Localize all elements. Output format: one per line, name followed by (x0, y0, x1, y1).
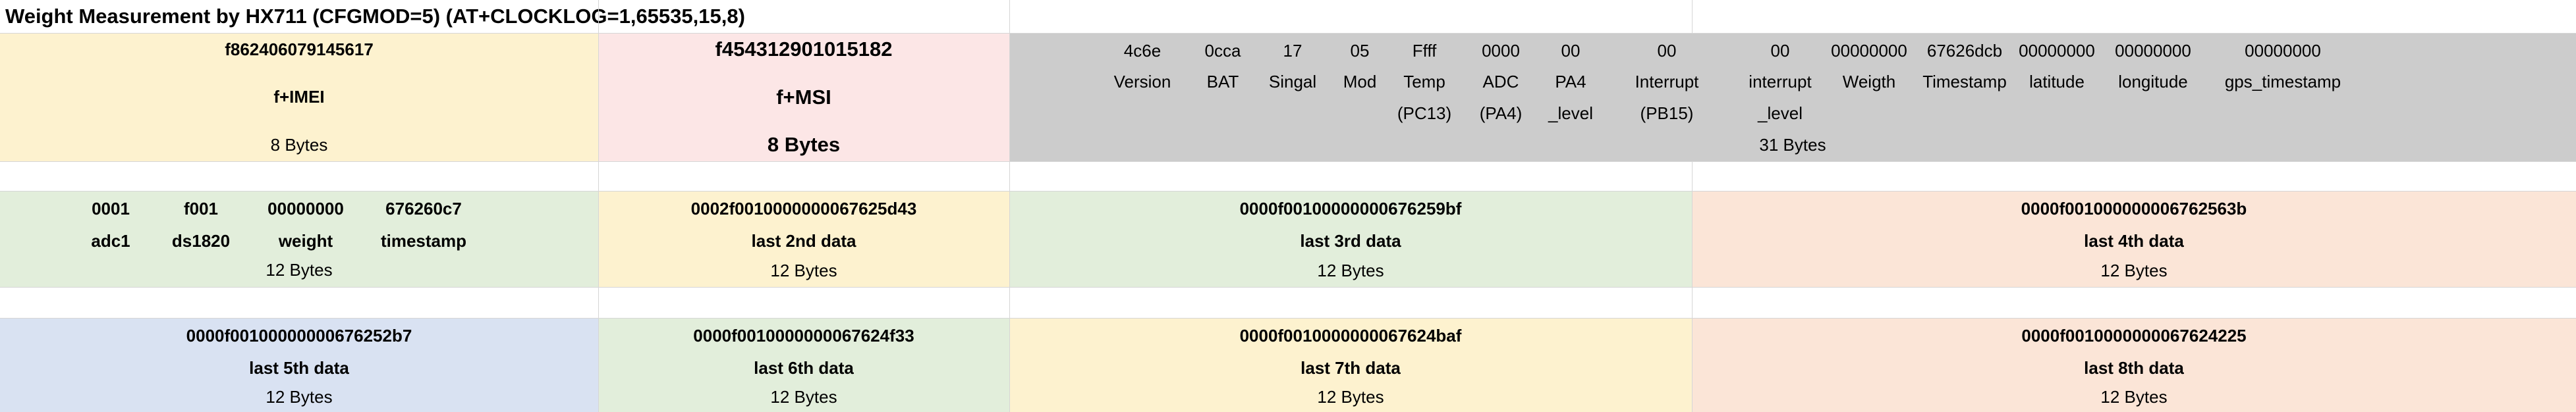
first-data-value: 00000000 (267, 199, 344, 219)
first-data-label: timestamp (380, 230, 467, 251)
imei-size[interactable]: 8 Bytes (0, 128, 598, 161)
value-last-6th: 0000f0010000000067624f33 (693, 326, 914, 346)
grid-line (0, 287, 2576, 288)
field-sublabel (2097, 99, 2209, 128)
label-last-6th: last 6th data (754, 357, 854, 378)
grid-line (0, 191, 2576, 192)
grid-line (1692, 161, 1693, 412)
size-last-2nd: 12 Bytes (770, 260, 837, 280)
field-label: latitude (2029, 71, 2085, 91)
first-data-value: f001 (183, 199, 219, 219)
grid-line (1009, 0, 1010, 412)
value-last-5th: 0000f00100000000676252b7 (186, 326, 412, 346)
payload-size: 31 Bytes (1759, 134, 1826, 155)
field-value: 00 (1561, 41, 1581, 61)
field-sublabel: (PB15) (1640, 103, 1694, 123)
value-last-7th: 0000f0010000000067624baf (1239, 326, 1462, 346)
grid-line (0, 318, 2576, 319)
label-last-7th: last 7th data (1301, 357, 1401, 378)
value-last-4th: 0000f001000000006762563b (2021, 199, 2247, 219)
label-last-2nd: last 2nd data (751, 230, 856, 251)
field-value: 00 (1657, 41, 1677, 61)
value-last-3rd: 0000f00100000000676259bf (1239, 199, 1462, 219)
size-last-7th: 12 Bytes (1317, 386, 1384, 407)
field-value: 00000000 (2245, 41, 2321, 61)
size-last-3rd: 12 Bytes (1317, 260, 1384, 280)
imei-label[interactable]: f+IMEI (0, 66, 598, 128)
field-sublabel: _level (1548, 103, 1593, 123)
field-sublabel (2001, 99, 2113, 128)
imei-value[interactable]: f862406079145617 (0, 33, 598, 66)
size-last-4th: 12 Bytes (2100, 260, 2168, 280)
first-data-label: weight (278, 230, 333, 251)
label-last-8th: last 8th data (2084, 357, 2184, 378)
field-label: PA4 (1555, 71, 1586, 91)
grid-line (0, 33, 2576, 34)
field-label: Interrupt (1635, 71, 1699, 91)
label-last-5th: last 5th data (249, 357, 349, 378)
size-last-5th: 12 Bytes (266, 386, 333, 407)
size-last-8th: 12 Bytes (2100, 386, 2168, 407)
imsi-value[interactable]: f454312901015182 (598, 33, 1009, 66)
field-label: longitude (2118, 71, 2188, 91)
field-sublabel (2227, 99, 2339, 128)
grid-line (1692, 0, 1693, 33)
value-last-2nd: 0002f0010000000067625d43 (690, 199, 917, 219)
field-value: 00000000 (2019, 41, 2095, 61)
imsi-label[interactable]: f+MSI (598, 66, 1009, 128)
sheet-title[interactable]: Weight Measurement by HX711 (CFGMOD=5) (… (0, 0, 1008, 33)
size-last-6th: 12 Bytes (770, 386, 837, 407)
spreadsheet: Weight Measurement by HX711 (CFGMOD=5) (… (0, 0, 2576, 412)
first-data-size: 12 Bytes (266, 259, 333, 280)
first-data-label: ds1820 (171, 230, 231, 251)
label-last-4th: last 4th data (2084, 230, 2184, 251)
grid-line (598, 0, 599, 412)
label-last-3rd: last 3rd data (1300, 230, 1401, 251)
field-value: 00000000 (2115, 41, 2191, 61)
grid-line (0, 161, 2576, 162)
value-last-8th: 0000f0010000000067624225 (2021, 326, 2247, 346)
field-label: gps_timestamp (2224, 71, 2341, 91)
first-data-value: 676260c7 (385, 199, 462, 219)
imsi-size[interactable]: 8 Bytes (598, 128, 1009, 161)
